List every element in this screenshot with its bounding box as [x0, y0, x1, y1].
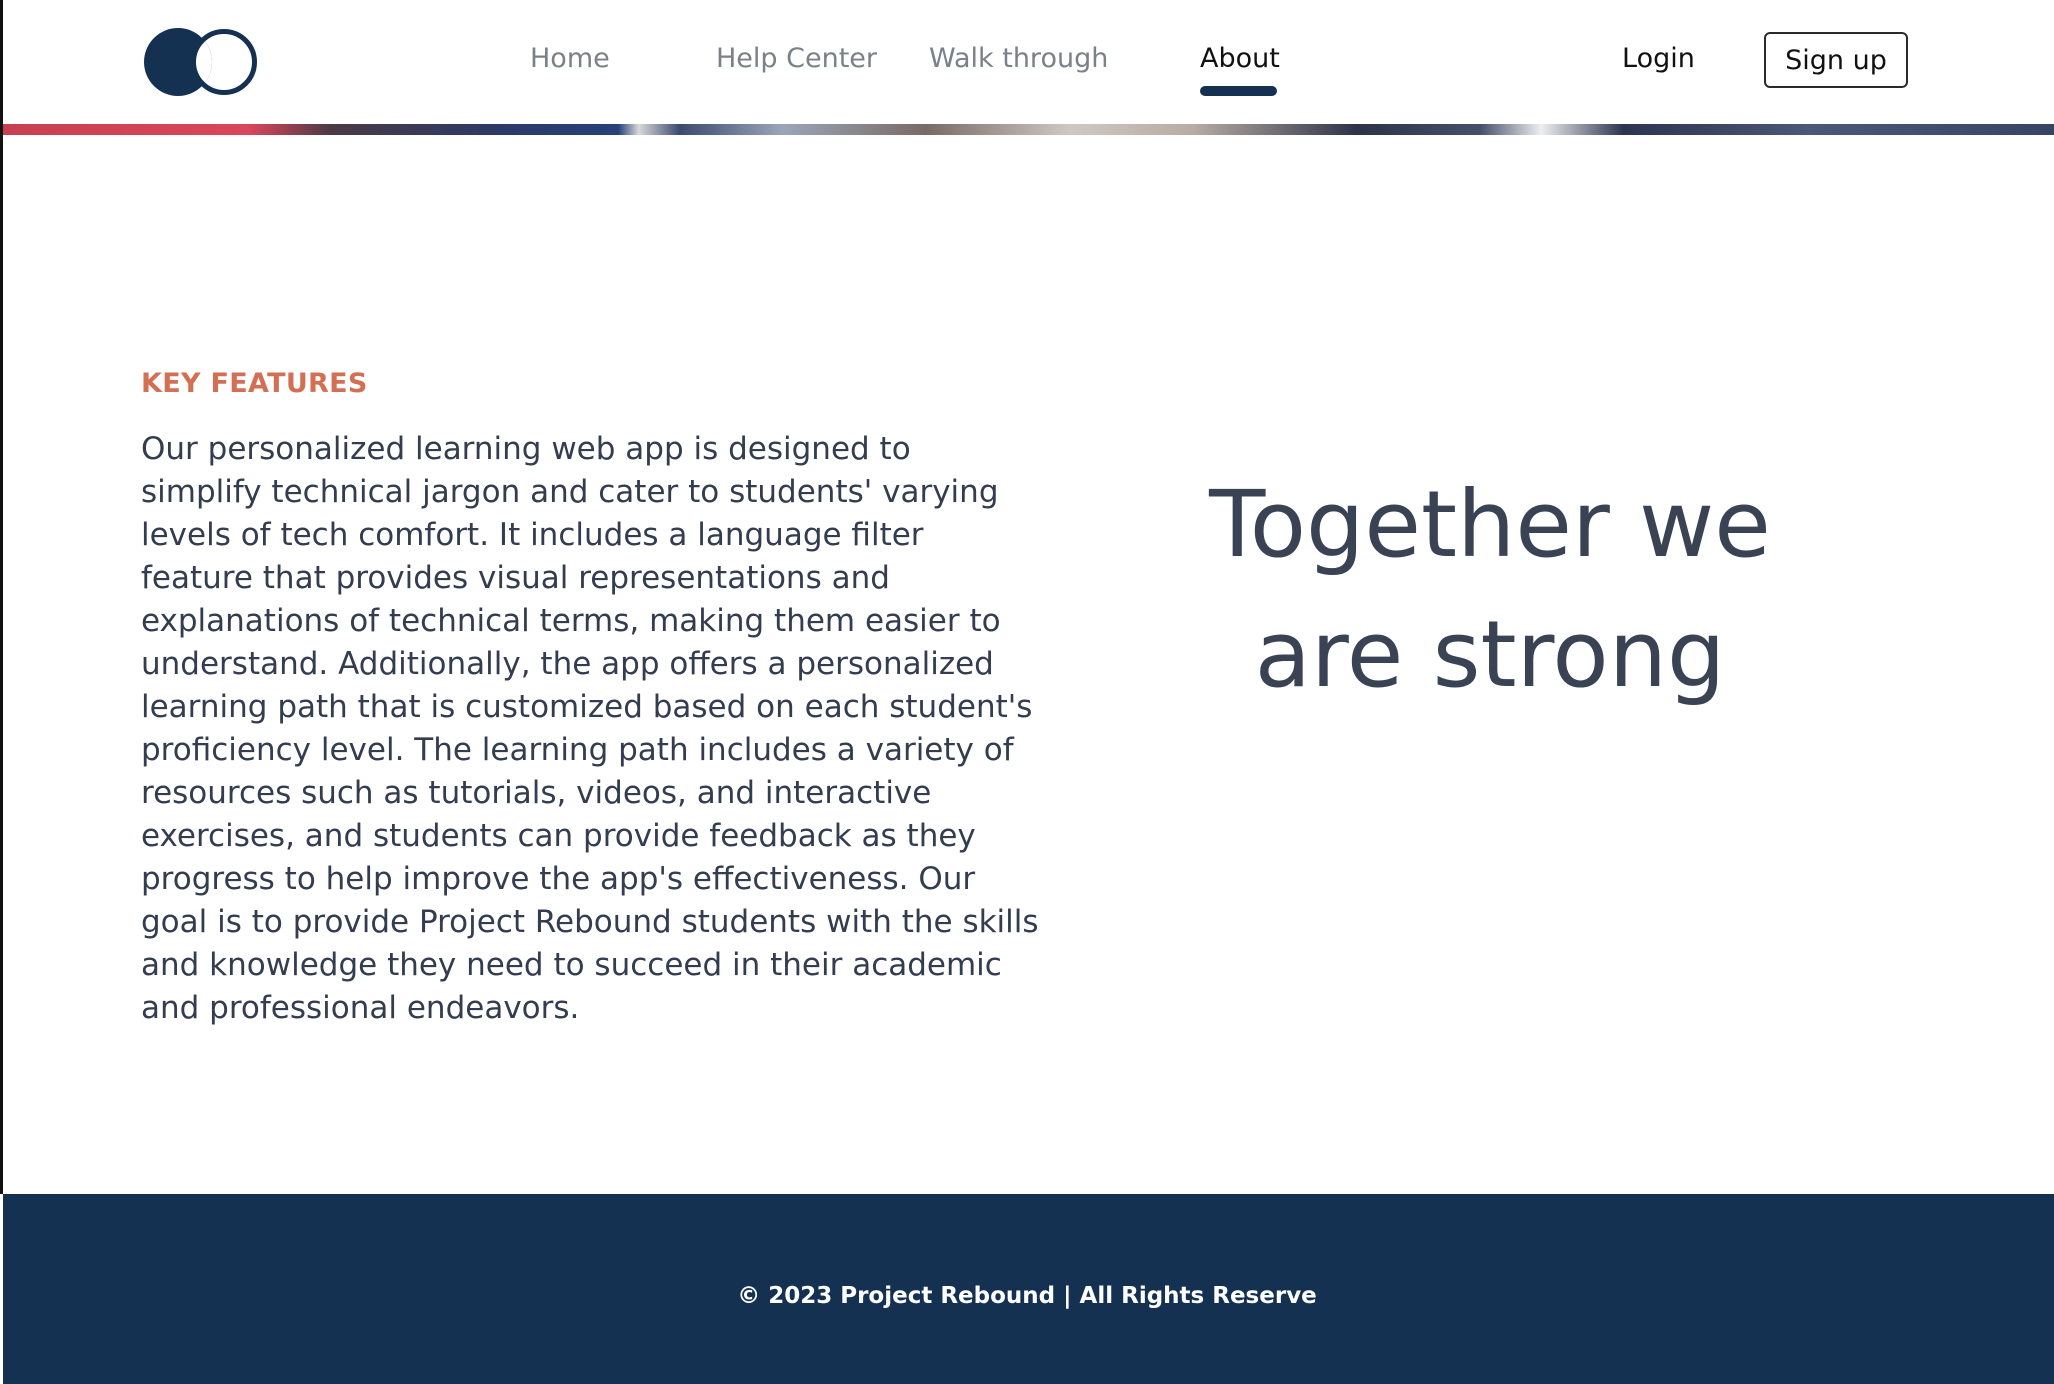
active-nav-indicator: [1200, 86, 1277, 96]
signup-button[interactable]: Sign up: [1764, 32, 1908, 88]
features-description: Our personalized learning web app is des…: [141, 431, 1039, 1026]
tagline-line-1: Together we: [1209, 471, 1771, 578]
footer-copyright: © 2023 Project Rebound | All Rights Rese…: [737, 1283, 1317, 1309]
site-header: Home Help Center Walk through About Logi…: [3, 0, 2054, 124]
window-left-edge: [0, 0, 3, 1194]
login-link[interactable]: Login: [1622, 43, 1695, 74]
nav-link-help-center[interactable]: Help Center: [716, 43, 877, 74]
nav-link-walk-through[interactable]: Walk through: [929, 43, 1108, 74]
tagline-heading: Together we are strong: [1130, 460, 1850, 720]
logo-icon[interactable]: [144, 26, 258, 98]
nav-link-about[interactable]: About: [1200, 43, 1280, 74]
tagline-line-2: are strong: [1254, 601, 1726, 708]
nav-link-home[interactable]: Home: [530, 43, 610, 74]
section-label: KEY FEATURES: [141, 368, 368, 399]
hero-image-strip: [3, 124, 2054, 135]
